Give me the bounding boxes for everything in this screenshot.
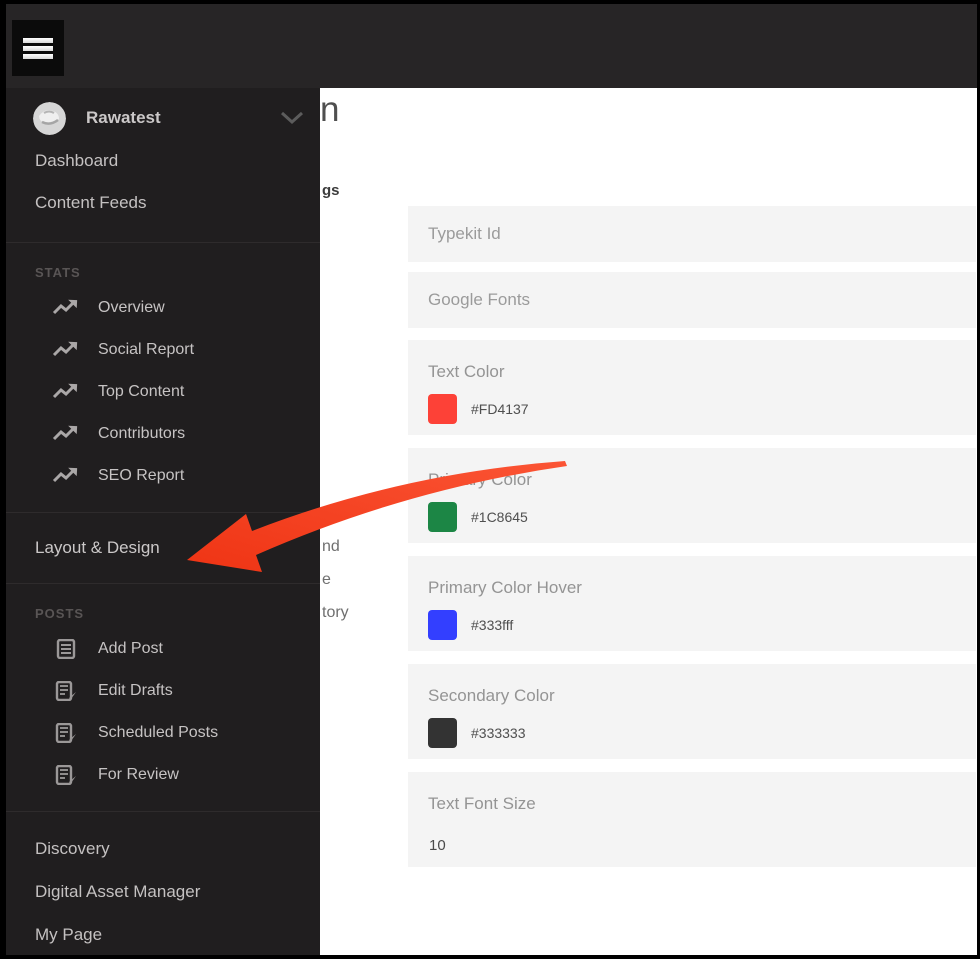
sidebar-item-content-feeds[interactable]: Content Feeds: [6, 182, 320, 224]
google-fonts-field[interactable]: [408, 272, 976, 328]
hidden-menu-item[interactable]: nd: [322, 538, 340, 556]
sidebar-item-label: For Review: [98, 766, 179, 783]
sidebar-item-label: Overview: [98, 299, 165, 316]
primary-color-value: #1C8645: [471, 509, 528, 525]
trending-up-icon: [52, 299, 78, 315]
primary-color-label: Primary Color: [428, 470, 532, 489]
hamburger-menu-button[interactable]: [12, 20, 64, 76]
trending-up-icon: [52, 383, 78, 399]
sidebar-item-digital-asset-manager[interactable]: Digital Asset Manager: [6, 870, 320, 913]
primary-color-hover-label: Primary Color Hover: [428, 578, 582, 597]
screenshot-frame: n gs nd e tory Text Color #FD4137 Primar…: [0, 0, 980, 959]
document-icon: [56, 639, 76, 659]
sidebar-item-edit-drafts[interactable]: Edit Drafts: [6, 670, 320, 712]
sidebar-item-label: Top Content: [98, 383, 185, 400]
sidebar-item-add-post[interactable]: Add Post: [6, 628, 320, 670]
posts-section-title: POSTS: [35, 606, 85, 621]
sidebar-item-label: Scheduled Posts: [98, 724, 219, 741]
text-color-label: Text Color: [428, 362, 505, 381]
page-title: n: [320, 90, 340, 129]
text-color-value: #FD4137: [471, 401, 529, 417]
text-font-size-field[interactable]: Text Font Size 10: [408, 772, 976, 867]
secondary-color-label: Secondary Color: [428, 686, 555, 705]
sidebar-item-discovery[interactable]: Discovery: [6, 827, 320, 870]
bottom-nav-group: Discovery Digital Asset Manager My Page: [6, 811, 320, 955]
sidebar-item-label: SEO Report: [98, 467, 185, 484]
google-fonts-input[interactable]: [428, 272, 949, 328]
typekit-id-input[interactable]: [428, 206, 949, 262]
primary-color-swatch[interactable]: [428, 502, 457, 532]
trending-up-icon: [52, 467, 78, 483]
chevron-down-icon[interactable]: [278, 110, 306, 126]
typekit-id-field[interactable]: [408, 206, 976, 262]
primary-color-hover-field: Primary Color Hover #333fff: [408, 556, 976, 651]
sidebar-item-overview[interactable]: Overview: [6, 287, 320, 329]
hidden-menu-item[interactable]: e: [322, 571, 331, 589]
document-edit-icon: [55, 681, 76, 701]
sidebar-item-contributors[interactable]: Contributors: [6, 413, 320, 455]
sidebar-item-social-report[interactable]: Social Report: [6, 329, 320, 371]
sidebar-item-label: Contributors: [98, 425, 186, 442]
secondary-color-swatch[interactable]: [428, 718, 457, 748]
trending-up-icon: [52, 341, 78, 357]
account-switcher[interactable]: Rawatest: [6, 88, 320, 140]
text-color-field: Text Color #FD4137: [408, 340, 976, 435]
posts-section: POSTS Add Post Edit Drafts Scheduled Pos…: [6, 584, 320, 796]
sidebar-item-label: Add Post: [98, 640, 163, 657]
sidebar-item-dashboard[interactable]: Dashboard: [6, 140, 320, 182]
sidebar-item-layout-design[interactable]: Layout & Design: [6, 512, 320, 584]
sidebar-item-for-review[interactable]: For Review: [6, 754, 320, 796]
text-font-size-label: Text Font Size: [428, 794, 536, 813]
sidebar-item-my-page[interactable]: My Page: [6, 913, 320, 955]
primary-color-hover-swatch[interactable]: [428, 610, 457, 640]
sidebar: Rawatest Dashboard Content Feeds STATS O…: [6, 88, 320, 955]
document-edit-icon: [55, 765, 76, 785]
primary-color-field: Primary Color #1C8645: [408, 448, 976, 543]
sidebar-item-label: Edit Drafts: [98, 682, 173, 699]
trending-up-icon: [52, 425, 78, 441]
secondary-color-value: #333333: [471, 725, 526, 741]
text-color-swatch[interactable]: [428, 394, 457, 424]
top-bar: [6, 4, 977, 88]
stats-section: STATS Overview Social Report Top Content…: [6, 242, 320, 497]
text-font-size-value[interactable]: 10: [429, 837, 446, 854]
stats-section-title: STATS: [35, 265, 81, 280]
document-edit-icon: [55, 723, 76, 743]
hidden-menu-item[interactable]: tory: [322, 604, 349, 622]
settings-subheading: gs: [322, 182, 340, 199]
settings-form: Text Color #FD4137 Primary Color #1C8645…: [408, 206, 976, 867]
sidebar-item-scheduled-posts[interactable]: Scheduled Posts: [6, 712, 320, 754]
sidebar-item-top-content[interactable]: Top Content: [6, 371, 320, 413]
account-name: Rawatest: [86, 108, 161, 127]
sidebar-item-seo-report[interactable]: SEO Report: [6, 455, 320, 497]
main-content: n gs nd e tory Text Color #FD4137 Primar…: [320, 88, 977, 955]
avatar: [33, 101, 66, 135]
sidebar-item-label: Social Report: [98, 341, 195, 358]
primary-color-hover-value: #333fff: [471, 617, 514, 633]
app-window: n gs nd e tory Text Color #FD4137 Primar…: [6, 4, 977, 955]
menu-icon: [23, 37, 53, 43]
secondary-color-field: Secondary Color #333333: [408, 664, 976, 759]
